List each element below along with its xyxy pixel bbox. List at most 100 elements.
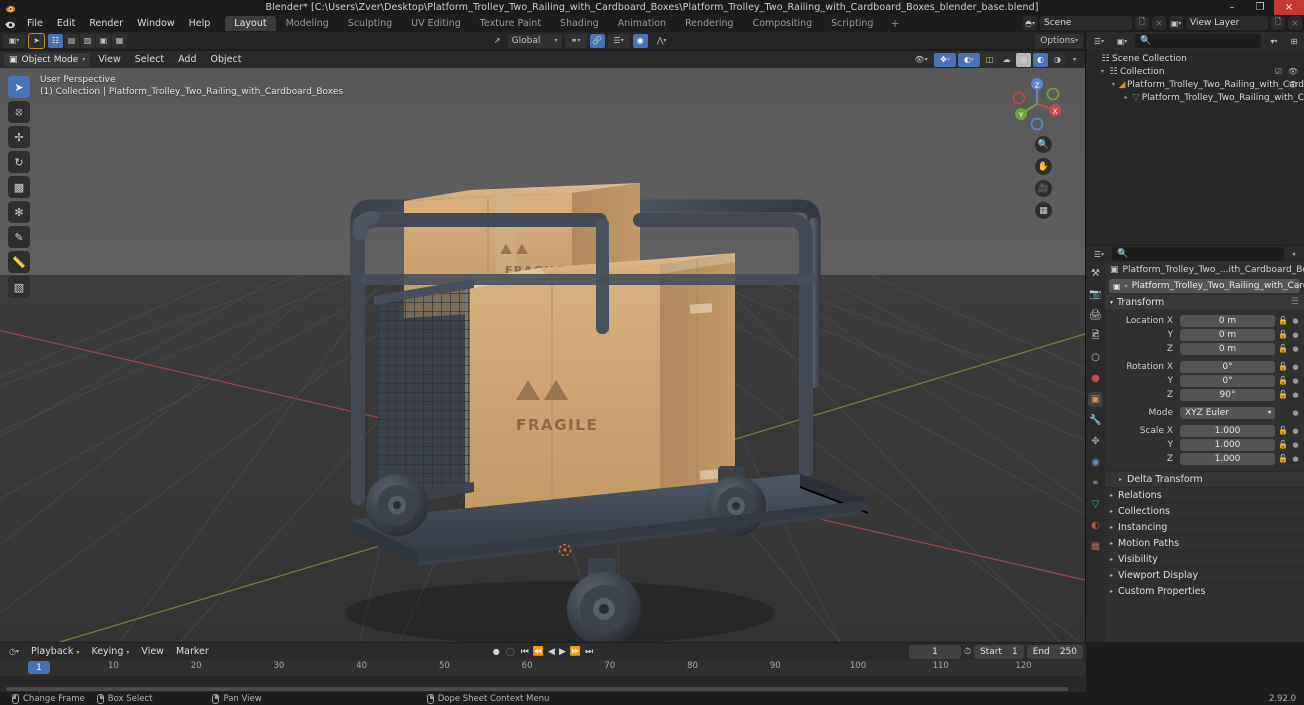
view-layer-browse-icon[interactable]: ▣ ▾ xyxy=(1169,16,1183,30)
shading-wireframe-icon[interactable]: ☁ xyxy=(999,52,1014,67)
outliner-row-collection[interactable]: ▾ ☷ Collection ☑ 👁 xyxy=(1086,65,1304,78)
tool-add-cube-icon[interactable]: ▧ xyxy=(8,276,30,298)
tab-constraints-icon[interactable]: ⚭ xyxy=(1088,476,1103,491)
animate-dot-icon[interactable]: ● xyxy=(1291,331,1300,339)
pan-hand-icon[interactable]: ✋ xyxy=(1035,158,1052,175)
collection-checkbox[interactable]: ☑ xyxy=(1275,67,1282,76)
topbar-blender-icon[interactable] xyxy=(0,15,20,32)
play-reverse-icon[interactable]: ◀ xyxy=(548,647,555,657)
location-z-value[interactable]: 0 m xyxy=(1180,342,1275,355)
new-scene-icon[interactable]: 🗋 xyxy=(1135,16,1149,30)
outliner-row-mesh-data[interactable]: ▸ ▽ Platform_Trolley_Two_Railing_with_C xyxy=(1086,91,1304,104)
3d-viewport[interactable]: FRAGILE User Perspective (1) Collection … xyxy=(0,68,1085,642)
start-frame-value[interactable]: 1 xyxy=(1012,647,1018,657)
viewport-menu-view[interactable]: View xyxy=(92,54,127,65)
properties-search-input[interactable]: 🔍 xyxy=(1112,247,1284,261)
shading-material-preview-icon[interactable]: ◐ xyxy=(1033,52,1048,67)
eye-icon[interactable]: 👁 xyxy=(1288,80,1298,89)
lock-icon[interactable]: 🔓 xyxy=(1278,440,1288,449)
animate-dot-icon[interactable]: ● xyxy=(1291,317,1300,325)
lock-icon[interactable]: 🔓 xyxy=(1278,454,1288,463)
disclosure-triangle[interactable]: ▾ xyxy=(1110,81,1117,88)
visibility-panel[interactable]: ▸ Visibility xyxy=(1105,551,1304,567)
tool-annotate-icon[interactable]: ✎ xyxy=(8,226,30,248)
close-button[interactable]: × xyxy=(1274,0,1304,15)
current-frame-field[interactable]: 1 xyxy=(908,644,961,659)
navigation-gizmo[interactable]: Z X Y xyxy=(1009,76,1065,132)
tool-measure-icon[interactable]: 📏 xyxy=(8,251,30,273)
relations-panel[interactable]: ▸ Relations xyxy=(1105,487,1304,503)
tab-render-icon[interactable]: 📷 xyxy=(1088,287,1103,302)
outliner-row-object[interactable]: ▾ ◢ Platform_Trolley_Two_Railing_with_Ca… xyxy=(1086,78,1304,91)
new-view-layer-icon[interactable]: 🗋 xyxy=(1271,16,1285,30)
tab-uv-editing[interactable]: UV Editing xyxy=(402,16,470,31)
delta-transform-panel[interactable]: ▸ Delta Transform xyxy=(1105,471,1304,487)
tab-animation[interactable]: Animation xyxy=(609,16,675,31)
tab-compositing[interactable]: Compositing xyxy=(744,16,822,31)
tab-material-icon[interactable]: ◐ xyxy=(1088,518,1103,533)
timeline-ruler[interactable]: 1 10 20 30 40 50 60 70 80 90 100 110 120 xyxy=(0,660,1086,676)
select-extend-icon[interactable]: ▤ xyxy=(64,33,79,48)
tab-layout[interactable]: Layout xyxy=(225,16,276,31)
properties-editor-type-icon[interactable]: ☰ ▾ xyxy=(1089,247,1109,261)
tab-shading[interactable]: Shading xyxy=(551,16,608,31)
snap-target-icon[interactable]: ☰ ▾ xyxy=(607,33,630,48)
tab-tool-icon[interactable]: ⚒ xyxy=(1088,266,1103,281)
disclosure-triangle[interactable]: ▾ xyxy=(1098,68,1107,75)
playhead[interactable]: 1 xyxy=(28,661,50,674)
unlink-scene-icon[interactable]: ✕ xyxy=(1152,16,1166,30)
auto-key-icon[interactable]: ⏱ xyxy=(964,647,971,657)
rotation-mode-dropdown[interactable]: XYZ Euler ▾ xyxy=(1180,406,1275,419)
tab-output-icon[interactable]: 🖨 xyxy=(1088,308,1103,323)
animate-dot-icon[interactable]: ● xyxy=(1291,391,1300,399)
timeline-track-area[interactable] xyxy=(0,676,1086,705)
lock-icon[interactable]: 🔓 xyxy=(1278,390,1288,399)
instancing-panel[interactable]: ▸ Instancing xyxy=(1105,519,1304,535)
animate-dot-icon[interactable]: ● xyxy=(1291,427,1300,435)
menu-window[interactable]: Window xyxy=(130,16,181,31)
outliner-display-mode-icon[interactable]: ▣ ▾ xyxy=(1112,34,1132,48)
menu-help[interactable]: Help xyxy=(182,16,218,31)
scale-y-value[interactable]: 1.000 xyxy=(1180,438,1275,451)
overlays-icon[interactable]: ◐ ▾ xyxy=(958,52,980,67)
location-x-value[interactable]: 0 m xyxy=(1180,314,1275,327)
play-icon[interactable]: ▶ xyxy=(559,647,566,657)
lock-icon[interactable]: 🔓 xyxy=(1278,316,1288,325)
next-keyframe-icon[interactable]: ⏩ xyxy=(570,647,581,657)
jump-end-icon[interactable]: ⏭ xyxy=(585,647,593,657)
disclosure-triangle[interactable]: ▾ xyxy=(1110,299,1113,306)
tab-modeling[interactable]: Modeling xyxy=(277,16,338,31)
properties-options-icon[interactable]: ▾ xyxy=(1287,247,1301,261)
scene-name-field[interactable]: Scene xyxy=(1040,16,1132,30)
menu-edit[interactable]: Edit xyxy=(50,16,82,31)
viewport-display-panel[interactable]: ▸ Viewport Display xyxy=(1105,567,1304,583)
collections-panel[interactable]: ▸ Collections xyxy=(1105,503,1304,519)
tab-texture-icon[interactable]: ▦ xyxy=(1088,539,1103,554)
select-subtract-icon[interactable]: ▧ xyxy=(80,33,95,48)
tool-move-icon[interactable]: ✢ xyxy=(8,126,30,148)
lock-icon[interactable]: 🔓 xyxy=(1278,376,1288,385)
view-layer-name-field[interactable]: View Layer xyxy=(1186,16,1268,30)
tab-texture-paint[interactable]: Texture Paint xyxy=(471,16,550,31)
menu-render[interactable]: Render xyxy=(82,16,130,31)
animate-dot-icon[interactable]: ● xyxy=(1291,409,1300,417)
tab-scene-icon[interactable]: ○ xyxy=(1088,350,1103,365)
viewport-menu-select[interactable]: Select xyxy=(129,54,170,65)
tool-scale-icon[interactable]: ▩ xyxy=(8,176,30,198)
outliner-new-collection-icon[interactable]: ⊞ xyxy=(1287,34,1301,48)
custom-properties-panel[interactable]: ▸ Custom Properties xyxy=(1105,583,1304,599)
tab-object-icon[interactable]: ▣ xyxy=(1088,392,1103,407)
tool-cursor-icon[interactable]: ⦻ xyxy=(8,101,30,123)
tab-view-layer-icon[interactable]: 🖻 xyxy=(1088,329,1103,344)
select-box-icon[interactable]: ☷ xyxy=(48,33,63,48)
object-id-field[interactable]: ▣ ▾ Platform_Trolley_Two_Railing_with_Ca… xyxy=(1109,279,1304,293)
record-icon[interactable]: ● xyxy=(493,647,500,656)
scale-x-value[interactable]: 1.000 xyxy=(1180,424,1275,437)
lock-icon[interactable]: 🔓 xyxy=(1278,344,1288,353)
xray-toggle-icon[interactable]: ◫ xyxy=(982,52,997,67)
timeline-scrollbar[interactable] xyxy=(6,687,1068,691)
interaction-mode-dropdown[interactable]: ▣ Object Mode ▾ xyxy=(4,52,91,67)
viewport-menu-object[interactable]: Object xyxy=(205,54,248,65)
maximize-button[interactable]: ❐ xyxy=(1246,0,1274,15)
tool-select-box-icon[interactable]: ➤ xyxy=(8,76,30,98)
